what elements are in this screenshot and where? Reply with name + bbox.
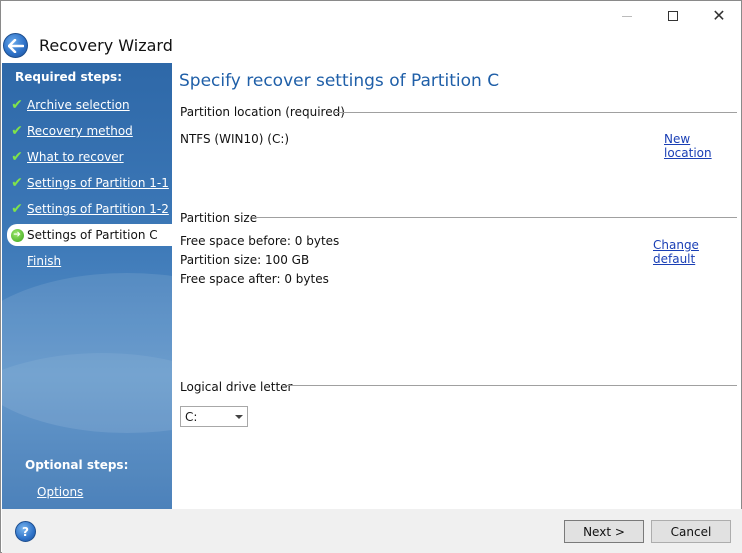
help-button[interactable]: ?	[15, 521, 36, 542]
step-label: Finish	[27, 254, 62, 268]
checkmark-icon: ✔	[11, 201, 23, 217]
cancel-button-label: Cancel	[670, 524, 712, 539]
step-settings-partition-c[interactable]: ➔ Settings of Partition C	[7, 224, 172, 246]
step-settings-partition-1-1[interactable]: ✔ Settings of Partition 1-1	[7, 172, 172, 194]
minimize-icon	[622, 15, 632, 17]
required-steps-heading: Required steps:	[15, 70, 122, 84]
close-button[interactable]: ✕	[696, 1, 742, 31]
back-button[interactable]	[3, 33, 28, 58]
wizard-window: ✕ Recovery Wizard Required steps: ✔ Arch…	[0, 0, 742, 553]
step-label: Settings of Partition 1-1	[27, 176, 169, 190]
checkmark-icon: ✔	[11, 97, 23, 113]
step-archive-selection[interactable]: ✔ Archive selection	[7, 94, 172, 116]
checkmark-icon: ✔	[11, 123, 23, 139]
minimize-button[interactable]	[604, 1, 650, 31]
step-options[interactable]: Options	[17, 481, 172, 503]
new-location-link[interactable]: New location	[664, 132, 741, 160]
step-settings-partition-1-2[interactable]: ✔ Settings of Partition 1-2	[7, 198, 172, 220]
step-finish[interactable]: Finish	[7, 250, 172, 272]
steps-sidebar: Required steps: ✔ Archive selection ✔ Re…	[2, 63, 172, 509]
wizard-title: Recovery Wizard	[39, 36, 173, 55]
checkmark-icon: ✔	[11, 175, 23, 191]
close-icon: ✕	[712, 6, 726, 25]
partition-location-heading: Partition location (required)	[180, 105, 345, 119]
step-label: Settings of Partition C	[27, 228, 158, 242]
checkmark-icon: ✔	[11, 149, 23, 165]
back-arrow-icon	[7, 38, 24, 53]
step-label: Archive selection	[27, 98, 130, 112]
partition-size-value: Partition size: 100 GB	[180, 253, 310, 267]
help-icon: ?	[22, 524, 29, 539]
step-label: Recovery method	[27, 124, 133, 138]
current-step-arrow-icon: ➔	[10, 228, 24, 242]
section-divider	[287, 385, 737, 386]
maximize-button[interactable]	[650, 1, 696, 31]
drive-letter-heading: Logical drive letter	[180, 380, 293, 394]
change-default-link[interactable]: Change default	[653, 238, 741, 266]
section-divider	[335, 112, 737, 113]
dropdown-arrow-icon	[235, 415, 243, 419]
page-title: Specify recover settings of Partition C	[179, 71, 500, 91]
free-space-after: Free space after: 0 bytes	[180, 272, 329, 286]
section-divider	[255, 217, 737, 218]
step-label: Settings of Partition 1-2	[27, 202, 169, 216]
step-label: What to recover	[27, 150, 124, 164]
step-what-to-recover[interactable]: ✔ What to recover	[7, 146, 172, 168]
optional-steps-heading: Optional steps:	[25, 458, 129, 472]
cancel-button[interactable]: Cancel	[651, 520, 731, 543]
free-space-before: Free space before: 0 bytes	[180, 234, 340, 248]
drive-letter-value: C:	[185, 409, 198, 424]
partition-location-value: NTFS (WIN10) (C:)	[180, 132, 290, 146]
next-button-label: Next >	[583, 524, 625, 539]
maximize-icon	[668, 11, 678, 21]
next-button[interactable]: Next >	[564, 520, 644, 543]
step-label: Options	[37, 485, 84, 499]
title-bar: ✕	[1, 1, 741, 31]
partition-size-heading: Partition size	[180, 211, 258, 225]
drive-letter-select[interactable]: C:	[180, 406, 248, 427]
step-recovery-method[interactable]: ✔ Recovery method	[7, 120, 172, 142]
